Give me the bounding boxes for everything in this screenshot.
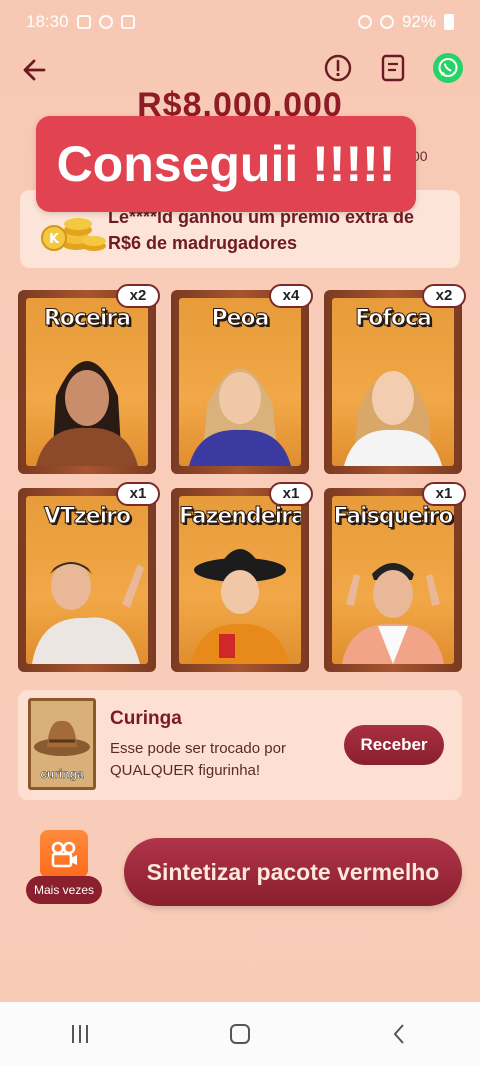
card-face: Faisqueiro <box>332 496 454 664</box>
sticker-card-fazendeira[interactable]: Fazendeira x1 <box>171 482 313 672</box>
card-name: Roceira <box>43 306 131 332</box>
card-count-badge: x4 <box>269 284 313 308</box>
chevron-left-icon <box>393 1024 404 1044</box>
person-portrait <box>342 563 444 664</box>
curinga-card: curinga <box>28 698 96 790</box>
curinga-panel: curinga Curinga Esse pode ser trocado po… <box>18 690 462 800</box>
card-name: Fazendeira <box>179 504 301 530</box>
wifi-icon <box>379 15 394 29</box>
alarm-icon <box>357 15 372 29</box>
video-icon <box>40 830 88 878</box>
battery-icon <box>444 14 454 30</box>
info-icon <box>324 54 352 82</box>
more-times-button[interactable]: Mais vezes <box>26 830 102 908</box>
sticker-card-peoa[interactable]: Peoa x4 <box>171 284 313 474</box>
card-name: Fofoca <box>355 306 433 332</box>
sticker-card-fofoca[interactable]: Fofoca x2 <box>324 284 466 474</box>
person-portrait <box>191 549 289 664</box>
curinga-card-label: curinga <box>40 767 84 782</box>
card-count-badge: x1 <box>422 482 466 506</box>
curinga-title: Curinga <box>110 708 182 729</box>
document-icon <box>381 54 405 82</box>
card-name: Peoa <box>211 306 270 332</box>
card-face: VTzeiro <box>26 496 148 664</box>
more-times-label: Mais vezes <box>26 876 102 904</box>
back-arrow-icon <box>23 59 46 81</box>
card-name: VTzeiro <box>43 504 131 530</box>
whatsapp-share-button[interactable] <box>432 52 464 84</box>
card-count-badge: x2 <box>116 284 160 308</box>
home-button[interactable] <box>210 1014 270 1054</box>
recent-apps-icon <box>72 1025 88 1043</box>
sticker-card-faisqueiro[interactable]: Faisqueiro x1 <box>324 482 466 672</box>
gallery-icon <box>120 15 135 29</box>
success-banner: Conseguii !!!!! <box>36 116 416 212</box>
receive-button[interactable]: Receber <box>344 725 444 765</box>
home-icon <box>230 1024 250 1044</box>
recent-apps-button[interactable] <box>50 1014 110 1054</box>
card-count-badge: x2 <box>422 284 466 308</box>
battery-percent: 92% <box>401 12 436 31</box>
svg-text:K: K <box>49 232 60 247</box>
back-nav-button[interactable] <box>370 1014 430 1054</box>
rules-button[interactable] <box>377 52 409 84</box>
person-portrait <box>189 368 291 466</box>
whatsapp-icon <box>433 53 463 83</box>
app-notification-icon <box>98 15 113 29</box>
card-face: Roceira <box>26 298 148 466</box>
status-time: 18:30 <box>26 12 69 31</box>
curinga-description: Esse pode ser trocado por QUALQUER figur… <box>110 740 286 779</box>
person-portrait <box>32 562 144 664</box>
card-name: Faisqueiro <box>333 504 454 530</box>
card-face: Fazendeira <box>179 496 301 664</box>
person-portrait <box>344 371 442 466</box>
info-button[interactable] <box>322 52 354 84</box>
card-face: Peoa <box>179 298 301 466</box>
system-nav-bar <box>0 1002 480 1066</box>
status-bar: 18:30 92% <box>0 0 480 44</box>
person-portrait <box>36 361 138 466</box>
card-count-badge: x1 <box>116 482 160 506</box>
synthesize-red-pack-button[interactable]: Sintetizar pacote vermelho <box>124 838 462 906</box>
back-button[interactable] <box>18 52 54 88</box>
card-face: Fofoca <box>332 298 454 466</box>
sticker-card-vtzeiro[interactable]: VTzeiro x1 <box>18 482 160 672</box>
sticker-card-roceira[interactable]: Roceira x2 <box>18 284 160 474</box>
card-count-badge: x1 <box>269 482 313 506</box>
notification-icon <box>76 15 91 29</box>
